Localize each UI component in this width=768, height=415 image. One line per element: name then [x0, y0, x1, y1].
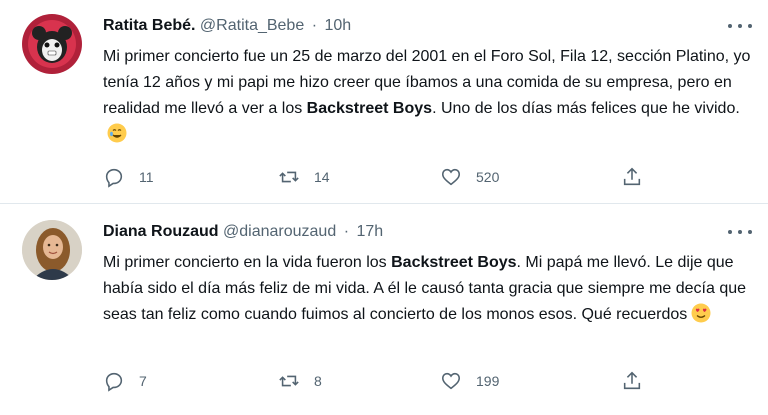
share-icon	[623, 167, 641, 186]
display-name[interactable]: Diana Rouzaud	[103, 223, 219, 240]
share-button[interactable]	[621, 367, 643, 395]
tweet[interactable]: Ratita Bebé. @Ratita_Bebe · 10h Mi prime…	[0, 0, 768, 204]
user-handle[interactable]: @Ratita_Bebe	[200, 17, 304, 34]
retweet-button[interactable]: 14	[278, 163, 330, 191]
tweet-text-bold: Backstreet Boys	[306, 100, 433, 117]
tweet-actions: 7 8 199	[103, 367, 663, 395]
more-dots-icon[interactable]	[728, 226, 752, 238]
tweet-header: Ratita Bebé. @Ratita_Bebe · 10h	[103, 16, 351, 36]
tweet-text-bold: Backstreet Boys	[391, 254, 517, 271]
like-button[interactable]: 520	[440, 163, 499, 191]
like-count: 199	[476, 373, 500, 389]
separator: ·	[343, 223, 350, 240]
retweet-icon	[279, 171, 299, 183]
display-name[interactable]: Ratita Bebé.	[103, 17, 195, 34]
retweet-button[interactable]: 8	[278, 367, 322, 395]
like-button[interactable]: 199	[440, 367, 499, 395]
tweet-text: Mi primer concierto en la vida fueron lo…	[103, 250, 753, 328]
more-dots-icon[interactable]	[728, 20, 752, 32]
reply-count: 11	[139, 169, 154, 185]
retweet-count: 8	[314, 373, 322, 389]
heart-icon	[441, 372, 461, 390]
reply-button[interactable]: 7	[103, 367, 147, 395]
share-button[interactable]	[621, 163, 643, 191]
user-handle[interactable]: @dianarouzaud	[223, 223, 336, 240]
reply-button[interactable]: 11	[103, 163, 154, 191]
reply-count: 7	[139, 373, 147, 389]
reply-icon	[105, 372, 123, 392]
separator: ·	[311, 17, 318, 34]
tweet[interactable]: Diana Rouzaud @dianarouzaud · 17h Mi pri…	[0, 204, 768, 415]
like-count: 520	[476, 169, 500, 185]
heart-icon	[441, 168, 461, 186]
avatar[interactable]	[22, 220, 82, 280]
timestamp[interactable]: 17h	[356, 223, 383, 240]
tweet-feed: Ratita Bebé. @Ratita_Bebe · 10h Mi prime…	[0, 0, 768, 415]
timestamp[interactable]: 10h	[324, 17, 351, 34]
heart-eyes-emoji	[691, 303, 711, 323]
tweet-header: Diana Rouzaud @dianarouzaud · 17h	[103, 222, 383, 242]
crying-smile-emoji	[107, 123, 127, 143]
tweet-text: Mi primer concierto fue un 25 de marzo d…	[103, 44, 753, 148]
retweet-icon	[279, 375, 299, 387]
tweet-text-part: Mi primer concierto en la vida fueron lo…	[103, 254, 392, 271]
reply-icon	[105, 168, 123, 188]
retweet-count: 14	[314, 169, 330, 185]
tweet-text-part: . Uno de los días más felices que he viv…	[432, 100, 740, 117]
share-icon	[623, 371, 641, 390]
tweet-actions: 11 14 520	[103, 163, 663, 191]
avatar[interactable]	[22, 14, 82, 74]
